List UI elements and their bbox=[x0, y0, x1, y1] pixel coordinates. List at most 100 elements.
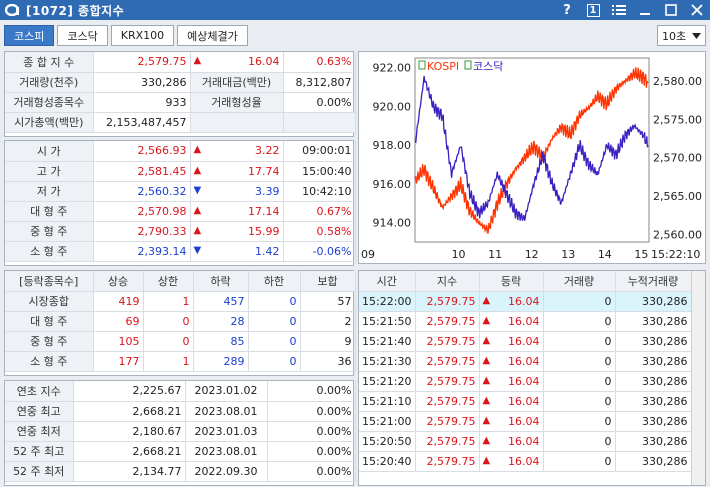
tick-row[interactable]: 15:20:50 2,579.75 ▲ 16.04 0 330,286 bbox=[359, 431, 692, 452]
yearly-rate: 0.00% bbox=[267, 441, 356, 462]
breadth-cell: 9 bbox=[300, 331, 356, 352]
page-number-button[interactable]: 1 bbox=[580, 0, 606, 20]
breadth-row: 시장종합 419 1 457 0 57 bbox=[5, 291, 356, 312]
up-arrow-icon: ▲ bbox=[193, 224, 202, 236]
menu-icon[interactable] bbox=[606, 0, 632, 20]
yearly-date: 2023.08.01 bbox=[185, 441, 268, 462]
price-row-value: 2,560.32 bbox=[93, 181, 191, 202]
yearly-label: 연중 최고 bbox=[5, 401, 74, 422]
tick-row[interactable]: 15:21:30 2,579.75 ▲ 16.04 0 330,286 bbox=[359, 351, 692, 372]
yearly-label: 52 주 최고 bbox=[5, 441, 74, 462]
tick-index: 2,579.75 bbox=[415, 371, 480, 392]
breadth-header: 상승 bbox=[93, 271, 144, 292]
yearly-rate: 0.00% bbox=[267, 421, 356, 442]
price-row-value: 2,566.93 bbox=[93, 141, 191, 162]
yearly-date: 2022.09.30 bbox=[185, 461, 268, 482]
breadth-header: 하락 bbox=[193, 271, 249, 292]
tick-time: 15:20:40 bbox=[359, 451, 416, 472]
tick-volume: 0 bbox=[543, 351, 616, 372]
tick-time: 15:21:50 bbox=[359, 311, 416, 332]
yearly-date: 2023.08.01 bbox=[185, 401, 268, 422]
x-axis-tick: 09 bbox=[361, 248, 375, 261]
tick-time: 15:20:50 bbox=[359, 431, 416, 452]
up-arrow-icon: ▲ bbox=[482, 334, 491, 346]
price-row-change: 17.74 bbox=[248, 164, 280, 178]
price-row-value: 2,570.98 bbox=[93, 201, 191, 222]
yearly-row: 52 주 최저 2,134.77 2022.09.30 0.00% bbox=[5, 461, 356, 482]
breadth-header: 상한 bbox=[143, 271, 194, 292]
up-arrow-icon: ▲ bbox=[193, 204, 202, 216]
breadth-cell: 57 bbox=[300, 291, 356, 312]
yearly-row: 52 주 최고 2,668.21 2023.08.01 0.00% bbox=[5, 441, 356, 462]
chevron-down-icon bbox=[692, 32, 701, 39]
mcap-label: 시가총액(백만) bbox=[5, 112, 94, 133]
tick-row[interactable]: 15:22:00 2,579.75 ▲ 16.04 0 330,286 bbox=[359, 291, 692, 312]
tick-change: 16.04 bbox=[508, 434, 540, 448]
up-arrow-icon: ▲ bbox=[482, 294, 491, 306]
tick-change: 16.04 bbox=[508, 374, 540, 388]
tick-row[interactable]: 15:20:40 2,579.75 ▲ 16.04 0 330,286 bbox=[359, 451, 692, 472]
tick-index: 2,579.75 bbox=[415, 291, 480, 312]
close-icon[interactable] bbox=[684, 0, 710, 20]
legend-label: 코스닥 bbox=[473, 60, 503, 73]
price-row-change: 17.14 bbox=[248, 204, 280, 218]
legend-swatch bbox=[418, 60, 426, 70]
mcap-value: 2,153,487,457 bbox=[93, 112, 191, 133]
yearly-rate: 0.00% bbox=[267, 401, 356, 422]
minimize-icon[interactable] bbox=[632, 0, 658, 20]
tab-expected[interactable]: 예상체결가 bbox=[177, 25, 248, 46]
legend-label: KOSPI bbox=[427, 60, 459, 73]
window-titlebar: [1072] 종합지수 ? 1 bbox=[0, 0, 710, 20]
breadth-cell: 85 bbox=[193, 331, 249, 352]
up-arrow-icon: ▲ bbox=[193, 144, 202, 156]
tick-row[interactable]: 15:21:20 2,579.75 ▲ 16.04 0 330,286 bbox=[359, 371, 692, 392]
index-chart[interactable]: 922.00 920.00 918.00 916.00 914.00 2,580.00 2,… bbox=[358, 51, 706, 264]
yearly-date: 2023.01.03 bbox=[185, 421, 268, 442]
breadth-cell: 457 bbox=[193, 291, 249, 312]
right-axis-tick: 2,560.00 bbox=[653, 228, 702, 241]
tick-row[interactable]: 15:21:40 2,579.75 ▲ 16.04 0 330,286 bbox=[359, 331, 692, 352]
tick-row[interactable]: 15:21:10 2,579.75 ▲ 16.04 0 330,286 bbox=[359, 391, 692, 412]
tick-cum-volume: 330,286 bbox=[615, 351, 692, 372]
price-row-value: 2,581.45 bbox=[93, 161, 191, 182]
maximize-icon[interactable] bbox=[658, 0, 684, 20]
tab-krx100[interactable]: KRX100 bbox=[110, 25, 175, 46]
tick-header: 등락 bbox=[479, 271, 544, 292]
breadth-row-label: 중 형 주 bbox=[5, 331, 94, 352]
tick-scrollbar[interactable] bbox=[691, 271, 705, 485]
tick-cum-volume: 330,286 bbox=[615, 411, 692, 432]
tick-header-row: 시간 지수 등락 거래량 누적거래량 bbox=[359, 271, 692, 292]
price-row-change: 15.99 bbox=[248, 224, 280, 238]
window-title: [1072] 종합지수 bbox=[26, 3, 125, 18]
breadth-cell: 0 bbox=[143, 331, 194, 352]
x-axis-tick: 14 bbox=[598, 248, 612, 261]
tab-kospi[interactable]: 코스피 bbox=[4, 25, 55, 46]
x-axis-tick: 11 bbox=[488, 248, 502, 261]
price-row: 고 가 2,581.45 ▲ 17.74 15:00:40 bbox=[5, 161, 356, 182]
yearly-label: 연중 최저 bbox=[5, 421, 74, 442]
yearly-label: 연초 지수 bbox=[5, 381, 74, 402]
breadth-cell: 69 bbox=[93, 311, 144, 332]
x-axis-tick: 10 bbox=[452, 248, 466, 261]
price-row-change: 1.42 bbox=[255, 244, 280, 258]
help-button[interactable]: ? bbox=[554, 0, 580, 20]
breadth-cell: 289 bbox=[193, 351, 249, 372]
interval-select[interactable]: 10초 bbox=[657, 25, 706, 46]
tick-time: 15:21:00 bbox=[359, 411, 416, 432]
tick-index: 2,579.75 bbox=[415, 351, 480, 372]
tick-row[interactable]: 15:21:50 2,579.75 ▲ 16.04 0 330,286 bbox=[359, 311, 692, 332]
yearly-value: 2,225.67 bbox=[73, 381, 186, 402]
tick-change: 16.04 bbox=[508, 334, 540, 348]
tick-index: 2,579.75 bbox=[415, 391, 480, 412]
price-row-change: 3.39 bbox=[255, 184, 280, 198]
tick-row[interactable]: 15:21:00 2,579.75 ▲ 16.04 0 330,286 bbox=[359, 411, 692, 432]
tick-volume: 0 bbox=[543, 391, 616, 412]
tick-change: 16.04 bbox=[508, 314, 540, 328]
index-chart-svg: 922.00 920.00 918.00 916.00 914.00 2,580.00 2,… bbox=[361, 57, 702, 261]
breadth-row: 대 형 주 69 0 28 0 2 bbox=[5, 311, 356, 332]
yearly-rate: 0.00% bbox=[267, 381, 356, 402]
tick-time: 15:21:40 bbox=[359, 331, 416, 352]
yearly-value: 2,180.67 bbox=[73, 421, 186, 442]
formed-rate-value: 0.00% bbox=[283, 92, 356, 113]
tab-kosdaq[interactable]: 코스닥 bbox=[57, 25, 108, 46]
